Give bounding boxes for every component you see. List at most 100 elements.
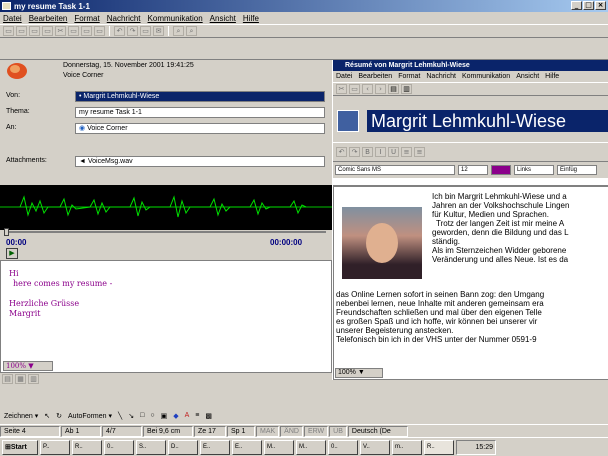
resume-document[interactable]: Ich bin Margrit Lehmkuhl-Wiese und a Jah… [333, 186, 608, 380]
bold-icon[interactable]: B [362, 147, 373, 157]
search-icon[interactable]: ⌕ [173, 26, 184, 36]
resume-text: geworden, denn die Bildung und das L [432, 228, 569, 237]
new-icon[interactable]: ▭ [3, 26, 14, 36]
italic-icon[interactable]: I [375, 147, 386, 157]
close-button[interactable]: × [595, 1, 606, 10]
align-icon[interactable]: ≡ [401, 147, 412, 157]
resume-menu-hilfe[interactable]: Hilfe [545, 71, 559, 82]
paste-icon[interactable]: ▭ [81, 26, 92, 36]
resume-text: Jahren an der Volkshochschule Lingen [432, 201, 570, 210]
forward-icon[interactable]: › [375, 84, 386, 94]
back-icon[interactable]: ‹ [362, 84, 373, 94]
font-color-icon[interactable]: A [185, 412, 190, 419]
autoformen-menu[interactable]: AutoFormen ▾ [68, 412, 112, 420]
delete-icon[interactable]: ▥ [401, 84, 412, 94]
reply-icon[interactable]: ↶ [114, 26, 125, 36]
menu-ansicht[interactable]: Ansicht [210, 14, 236, 23]
resume-menu-bearbeiten[interactable]: Bearbeiten [358, 71, 392, 82]
resume-menu-nachricht[interactable]: Nachricht [426, 71, 456, 82]
insert-select[interactable]: Einfüg [557, 165, 597, 175]
menu-bearbeiten[interactable]: Bearbeiten [29, 14, 68, 23]
copy-icon[interactable]: ▭ [349, 84, 360, 94]
task-button[interactable]: M.. [296, 439, 326, 455]
select-icon[interactable]: ↖ [44, 412, 50, 420]
resume-menu-kommunikation[interactable]: Kommunikation [462, 71, 510, 82]
cut-icon[interactable]: ✂ [55, 26, 66, 36]
open-icon[interactable]: ▭ [16, 26, 27, 36]
attachment-value: VoiceMsg.wav [87, 158, 133, 165]
forward-icon[interactable]: ↷ [127, 26, 138, 36]
fill-color-icon[interactable]: ◆ [173, 412, 178, 420]
delete-icon[interactable]: ▭ [94, 26, 105, 36]
resume-menu-format[interactable]: Format [398, 71, 420, 82]
task-button[interactable]: V.. [360, 439, 390, 455]
start-button[interactable]: ⊞Start [2, 439, 38, 455]
normal-view-icon[interactable]: ▤ [2, 374, 13, 384]
find-icon[interactable]: ⌕ [186, 26, 197, 36]
status-language: Deutsch (De [347, 425, 408, 437]
task-button[interactable]: M.. [264, 439, 294, 455]
an-field[interactable]: ◉ Voice Corner [75, 123, 325, 134]
resume-menu-ansicht[interactable]: Ansicht [516, 71, 539, 82]
align-select[interactable]: Links [514, 165, 554, 175]
task-button-active[interactable]: R.. [424, 439, 454, 455]
list-icon[interactable]: ≡ [414, 147, 425, 157]
cut-icon[interactable]: ✂ [336, 84, 347, 94]
underline-icon[interactable]: U [388, 147, 399, 157]
attachments-field[interactable]: ◄ VoiceMsg.wav [75, 156, 325, 167]
arrow-icon[interactable]: ↘ [128, 412, 134, 420]
print-icon[interactable]: ▤ [388, 84, 399, 94]
oval-icon[interactable]: ○ [150, 412, 154, 419]
menu-hilfe[interactable]: Hilfe [243, 14, 259, 23]
outline-view-icon[interactable]: ▥ [28, 374, 39, 384]
drawing-toolbar: Zeichnen ▾ ↖ ↻ AutoFormen ▾ ╲ ↘ □ ○ ▣ ◆ … [0, 408, 608, 423]
print-icon[interactable]: ▭ [42, 26, 53, 36]
layout-view-icon[interactable]: ▦ [15, 374, 26, 384]
maximize-button[interactable]: □ [583, 1, 594, 10]
minimize-button[interactable]: _ [571, 1, 582, 10]
line-style-icon[interactable]: ≡ [195, 412, 199, 419]
rectangle-icon[interactable]: □ [140, 412, 144, 419]
time-total: 00:00:00 [270, 238, 303, 247]
task-button[interactable]: E.. [200, 439, 230, 455]
task-button[interactable]: E.. [232, 439, 262, 455]
task-button[interactable]: 0.. [104, 439, 134, 455]
message-body[interactable]: Hi here comes my resume - Herzliche Grüs… [0, 260, 332, 373]
play-button[interactable]: ▶ [6, 248, 18, 259]
seek-track[interactable] [6, 231, 326, 233]
main-menubar: Datei Bearbeiten Format Nachricht Kommun… [0, 12, 608, 24]
resume-heading[interactable]: Margrit Lehmkuhl-Wiese [367, 110, 608, 132]
task-button[interactable]: P.. [40, 439, 70, 455]
undo-icon[interactable]: ↶ [336, 147, 347, 157]
task-button[interactable]: D.. [168, 439, 198, 455]
font-select[interactable]: Comic Sans MS [335, 165, 455, 175]
color-select[interactable] [491, 165, 511, 175]
thema-field[interactable]: my resume Task 1-1 [75, 107, 325, 118]
mail-icon[interactable]: ✉ [153, 26, 164, 36]
von-field[interactable]: • Margrit Lehmkuhl-Wiese [75, 91, 325, 102]
resume-menu-datei[interactable]: Datei [336, 71, 352, 82]
task-button[interactable]: 0.. [328, 439, 358, 455]
shadow-icon[interactable]: ▩ [205, 412, 212, 420]
menu-kommunikation[interactable]: Kommunikation [148, 14, 203, 23]
task-button[interactable]: S.. [136, 439, 166, 455]
zoom-select[interactable]: 100% ▼ [3, 361, 53, 371]
copy-icon[interactable]: ▭ [68, 26, 79, 36]
task-button[interactable]: R.. [72, 439, 102, 455]
textbox-icon[interactable]: ▣ [161, 412, 168, 420]
redo-icon[interactable]: ↷ [349, 147, 360, 157]
seek-handle[interactable] [4, 228, 9, 236]
task-button[interactable]: m.. [392, 439, 422, 455]
menu-datei[interactable]: Datei [3, 14, 22, 23]
save-icon[interactable]: ▭ [29, 26, 40, 36]
line-icon[interactable]: ╲ [118, 412, 122, 420]
contacts-icon[interactable]: ▭ [140, 26, 151, 36]
menu-format[interactable]: Format [74, 14, 99, 23]
resume-zoom-select[interactable]: 100% ▼ [335, 368, 383, 378]
window-title: my resume Task 1-1 [14, 1, 90, 11]
zeichnen-menu[interactable]: Zeichnen ▾ [4, 412, 38, 420]
size-select[interactable]: 12 [458, 165, 488, 175]
menu-nachricht[interactable]: Nachricht [107, 14, 141, 23]
status-page: Seite 4 [0, 425, 60, 437]
rotate-icon[interactable]: ↻ [56, 412, 62, 420]
